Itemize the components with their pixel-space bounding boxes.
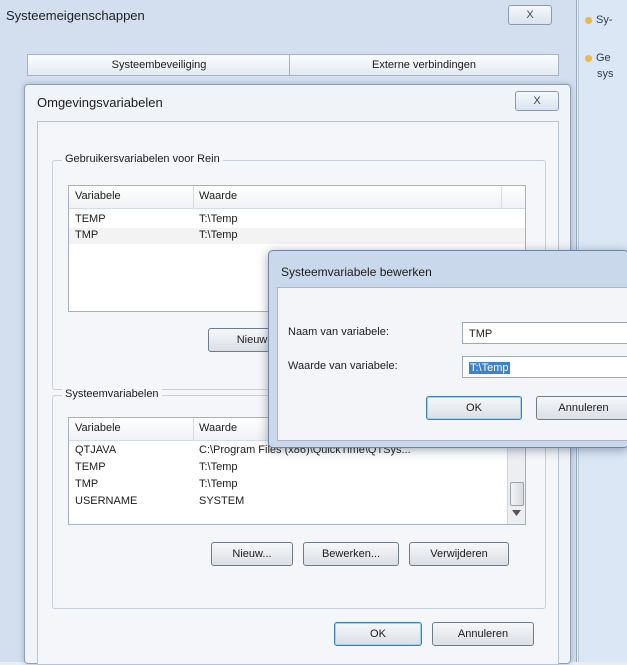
close-icon: X <box>526 9 534 21</box>
column-divider[interactable] <box>501 186 502 208</box>
variable-value-field[interactable]: T:\Temp <box>462 356 627 378</box>
system-edit-button[interactable]: Bewerken... <box>303 542 399 566</box>
column-header-value[interactable]: Waarde <box>199 190 237 202</box>
cancel-button[interactable]: Annuleren <box>432 622 534 646</box>
window-title: Systeemeigenschappen <box>6 8 145 23</box>
system-delete-button[interactable]: Verwijderen <box>409 542 509 566</box>
edit-system-variable-dialog: Systeemvariabele bewerken Naam van varia… <box>268 250 627 448</box>
cancel-button[interactable]: Annuleren <box>536 396 627 420</box>
table-row[interactable]: TEMP T:\Temp <box>69 212 525 228</box>
shield-icon <box>585 54 592 62</box>
variable-name-value: TMP <box>469 328 493 340</box>
right-pane-item-label: Sy- <box>596 14 613 26</box>
variable-value: T:\Temp <box>199 229 238 241</box>
table-row[interactable]: TMP T:\Temp <box>69 228 525 244</box>
table-row[interactable]: USERNAME SYSTEM <box>69 494 525 510</box>
variable-value: SYSTEM <box>199 495 245 507</box>
variable-name: TMP <box>75 229 99 241</box>
variable-name-field[interactable]: TMP <box>462 322 627 344</box>
variable-name: TEMP <box>75 213 106 225</box>
variable-value-text: T:\Temp <box>469 362 510 374</box>
column-divider[interactable] <box>193 418 194 440</box>
scrollbar-thumb[interactable] <box>510 482 524 506</box>
system-variables-label: Systeemvariabelen <box>62 388 162 400</box>
tab-system-protection[interactable]: Systeembeveiliging <box>27 54 291 76</box>
right-pane-item[interactable]: Sy- <box>585 14 613 26</box>
column-header-variable[interactable]: Variabele <box>75 190 121 202</box>
ok-button[interactable]: OK <box>334 622 422 646</box>
close-icon: X <box>533 95 541 107</box>
system-new-button[interactable]: Nieuw... <box>211 542 293 566</box>
right-pane-item-sub: sys <box>597 68 614 80</box>
right-pane-item-label: Ge <box>596 52 611 64</box>
column-header-value[interactable]: Waarde <box>199 422 237 434</box>
ok-button[interactable]: OK <box>426 396 522 420</box>
variable-value: T:\Temp <box>199 461 238 473</box>
column-header-variable[interactable]: Variabele <box>75 422 121 434</box>
variable-name: USERNAME <box>75 495 138 507</box>
variable-name: QTJAVA <box>75 444 117 456</box>
variable-value-label: Waarde van variabele: <box>288 360 398 372</box>
right-pane-item[interactable]: Ge <box>585 52 611 64</box>
chevron-down-icon[interactable] <box>512 510 521 516</box>
variable-name: TMP <box>75 478 99 490</box>
list-header: Variabele Waarde <box>69 186 525 209</box>
variable-value: T:\Temp <box>199 478 238 490</box>
variable-value: T:\Temp <box>199 213 238 225</box>
variable-name: TEMP <box>75 461 106 473</box>
close-button[interactable]: X <box>508 5 552 25</box>
dialog-title: Systeemvariabele bewerken <box>281 265 432 279</box>
dialog-title: Omgevingsvariabelen <box>37 95 163 110</box>
shield-icon <box>585 16 592 24</box>
table-row[interactable]: TMP T:\Temp <box>69 477 525 493</box>
variable-name-label: Naam van variabele: <box>288 326 389 338</box>
tab-remote-connections[interactable]: Externe verbindingen <box>289 54 559 76</box>
table-row[interactable]: TEMP T:\Temp <box>69 460 525 476</box>
user-variables-label: Gebruikersvariabelen voor Rein <box>62 153 223 165</box>
vertical-scrollbar[interactable] <box>507 440 525 524</box>
column-divider[interactable] <box>193 186 194 208</box>
dialog-body: Naam van variabele: TMP Waarde van varia… <box>277 287 627 441</box>
close-button[interactable]: X <box>515 91 559 111</box>
